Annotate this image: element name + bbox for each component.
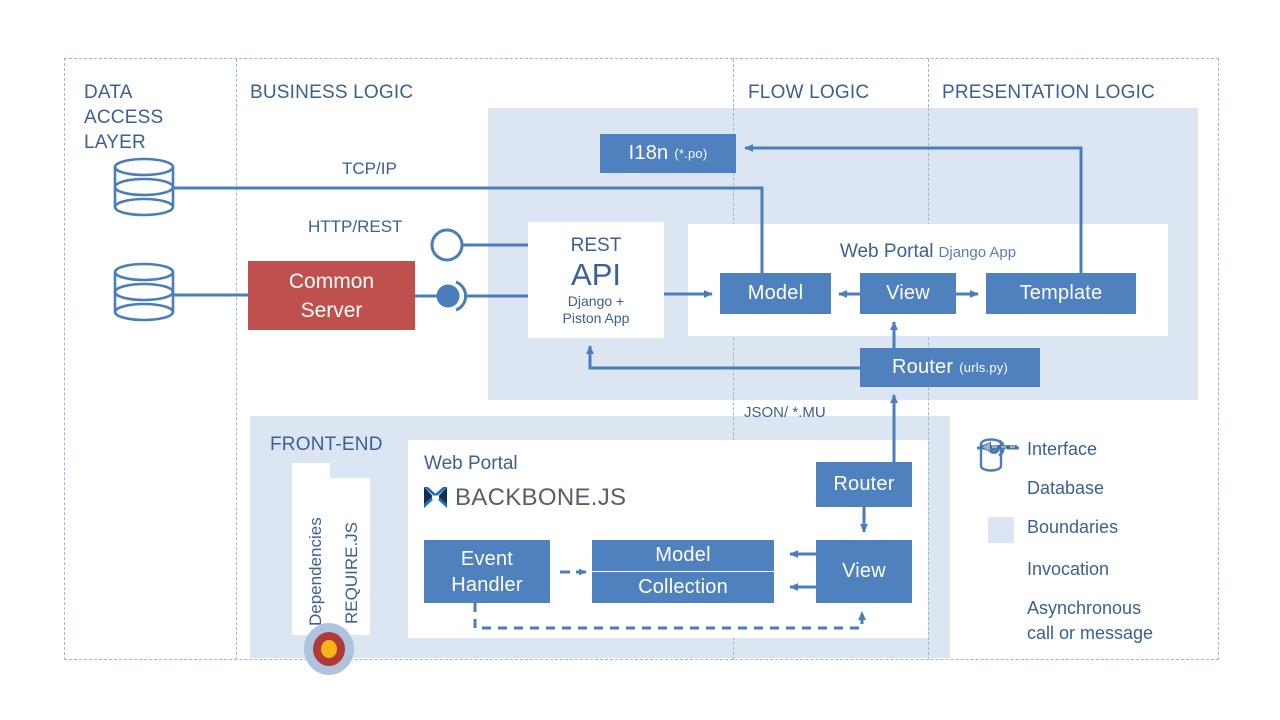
legend-label-interface: Interface <box>1027 439 1098 459</box>
arrow-template-to-i18n <box>744 144 1083 273</box>
database-top-icon <box>113 157 175 217</box>
legend-item-database: Database <box>975 438 1275 501</box>
legend-label-boundaries: Boundaries <box>1027 517 1119 537</box>
invocation-arrow-icon <box>975 441 1027 559</box>
legend-label-async-line2: call or message <box>1027 623 1154 643</box>
legend-item-boundaries: Boundaries <box>975 515 1275 543</box>
architecture-diagram: DATA ACCESS LAYER BUSINESS LOGIC FLOW LO… <box>0 0 1280 720</box>
boundaries-icon <box>975 515 1027 543</box>
legend-label-database: Database <box>1027 478 1105 498</box>
legend-label-invocation: Invocation <box>1027 559 1110 579</box>
arrow-router-to-rest-api <box>586 345 860 370</box>
legend-item-invocation: Invocation <box>975 441 1275 582</box>
legend-item-async: Asynchronous call or message <box>975 442 1275 646</box>
interface-socket-icon <box>430 228 464 262</box>
database-bottom-icon <box>113 262 175 322</box>
database-icon <box>975 438 1027 478</box>
legend: Interface Database Boundaries Invocation… <box>975 437 1275 660</box>
legend-label-async: Asynchronous call or message <box>1027 596 1153 646</box>
line-tcpip-db-to-model <box>173 186 764 273</box>
interface-ball-icon <box>436 284 460 308</box>
async-arrow-icon <box>975 442 1027 598</box>
async-arrow-event-handler-to-view <box>473 603 866 630</box>
legend-label-async-line1: Asynchronous <box>1027 598 1142 618</box>
